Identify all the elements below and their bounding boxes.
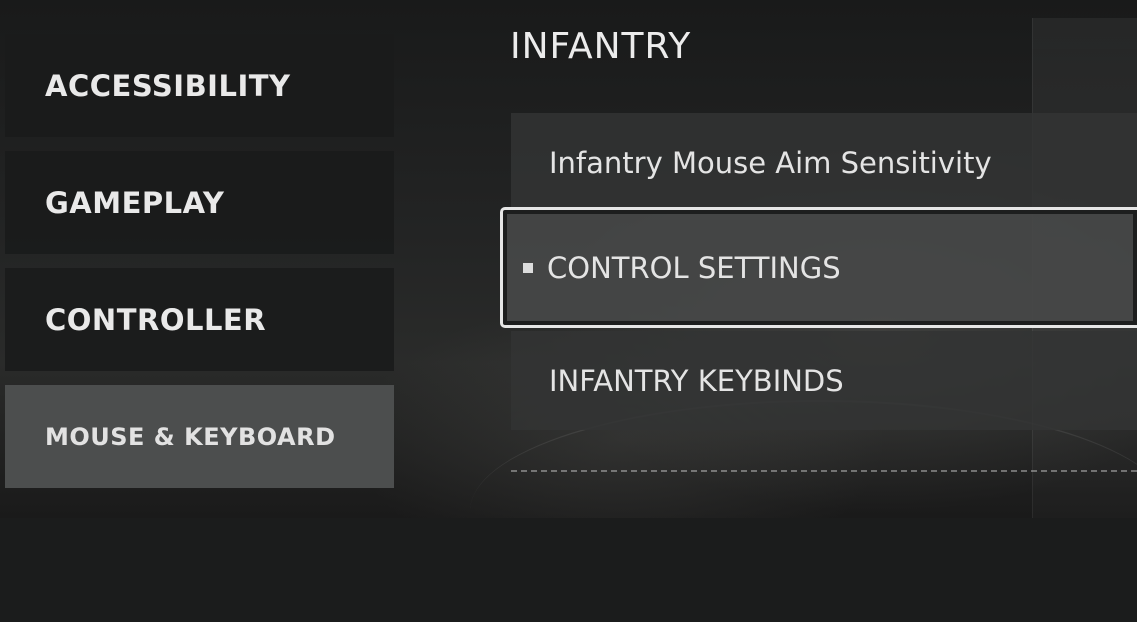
setting-infantry-keybinds[interactable]: INFANTRY KEYBINDS: [511, 331, 1137, 430]
setting-infantry-mouse-aim-sensitivity[interactable]: Infantry Mouse Aim Sensitivity: [511, 113, 1137, 212]
setting-label: CONTROL SETTINGS: [547, 250, 841, 285]
setting-label: INFANTRY KEYBINDS: [549, 363, 844, 398]
setting-label: Infantry Mouse Aim Sensitivity: [549, 145, 992, 180]
background-arc: [470, 400, 1137, 622]
category-accessibility[interactable]: ACCESSIBILITY: [5, 34, 394, 137]
category-mouse-keyboard[interactable]: MOUSE & KEYBOARD: [5, 385, 394, 488]
setting-control-settings[interactable]: CONTROL SETTINGS: [500, 207, 1137, 328]
category-label: MOUSE & KEYBOARD: [45, 422, 336, 451]
section-divider: [511, 470, 1137, 472]
category-label: GAMEPLAY: [45, 185, 225, 220]
category-label: CONTROLLER: [45, 302, 267, 337]
category-gameplay[interactable]: GAMEPLAY: [5, 151, 394, 254]
category-controller[interactable]: CONTROLLER: [5, 268, 394, 371]
category-label: ACCESSIBILITY: [45, 68, 291, 103]
square-bullet-icon: [523, 262, 533, 273]
section-title: INFANTRY: [510, 26, 692, 67]
